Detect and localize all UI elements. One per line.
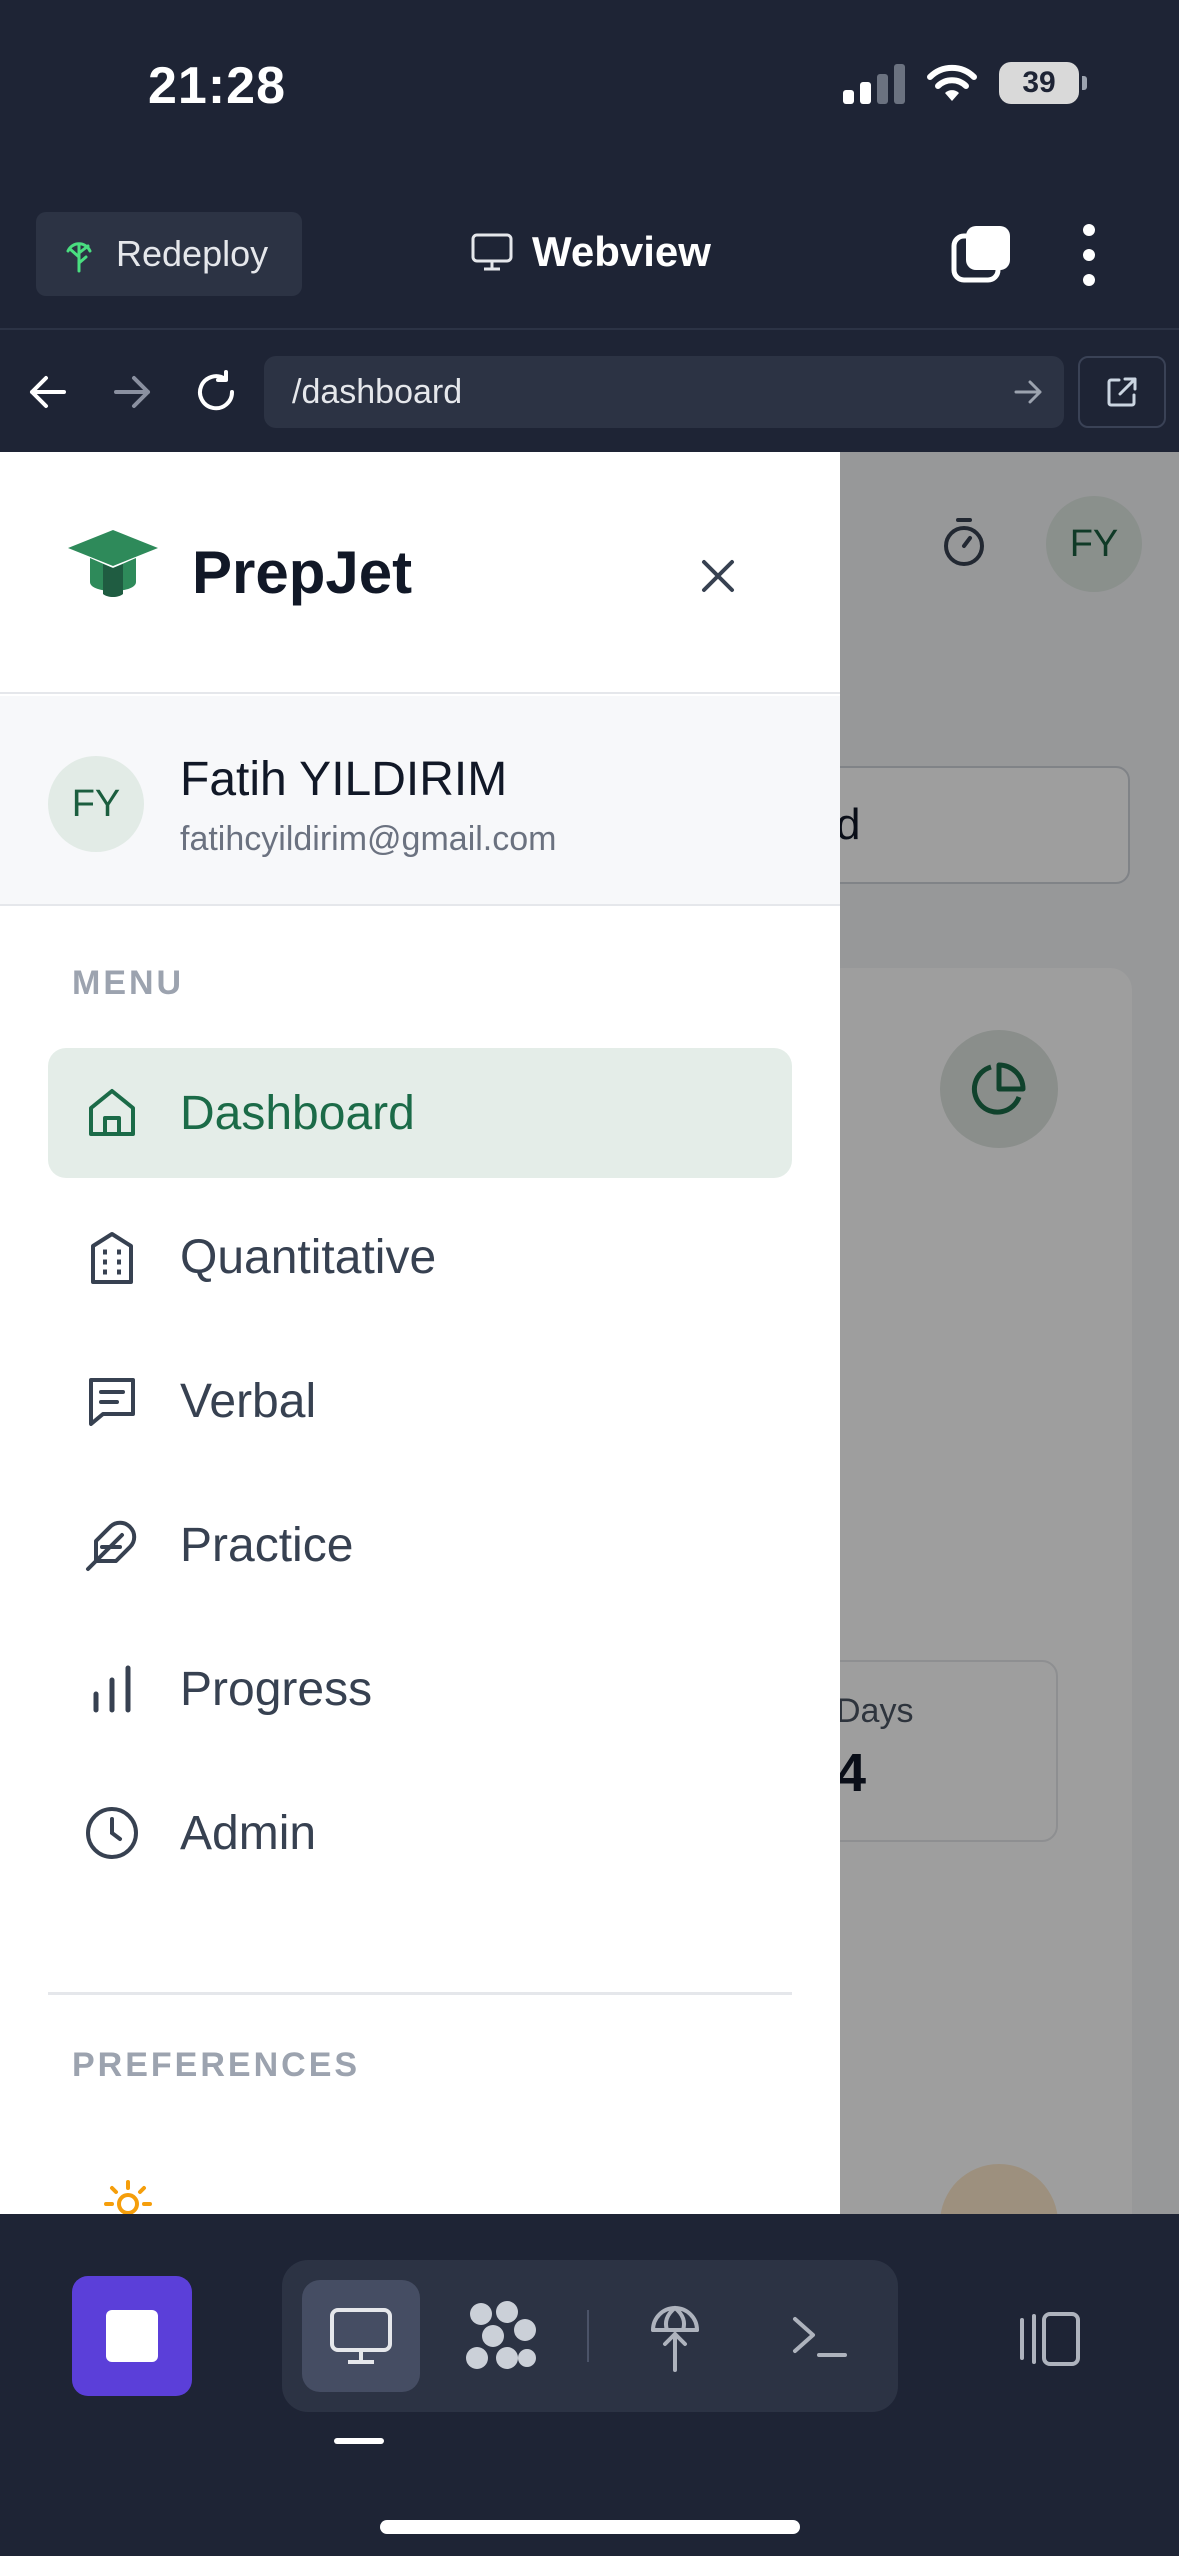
sidebar-item-label: Progress — [180, 1662, 373, 1716]
home-icon — [82, 1083, 142, 1143]
status-time: 21:28 — [148, 57, 286, 115]
sidebar-item-verbal[interactable]: Verbal — [48, 1336, 792, 1466]
tool-switcher — [282, 2260, 898, 2412]
sun-icon[interactable] — [104, 2180, 152, 2214]
divider — [48, 1992, 792, 1995]
nodes-icon — [466, 2301, 536, 2369]
stop-button[interactable] — [72, 2276, 192, 2396]
monitor-icon — [471, 233, 513, 271]
bottom-toolbar — [0, 2214, 1179, 2556]
arrow-right-icon — [114, 376, 150, 408]
preferences-section-heading: PREFERENCES — [72, 2046, 361, 2084]
bar-chart-icon — [82, 1659, 142, 1719]
tree-icon — [66, 242, 92, 273]
close-drawer-button[interactable] — [690, 548, 746, 604]
user-profile[interactable]: FY Fatih YILDIRIM fatihcyildirim@gmail.c… — [0, 696, 840, 906]
tabs-icon[interactable] — [950, 224, 1012, 286]
url-text: /dashboard — [292, 372, 463, 411]
forward-button[interactable] — [104, 364, 160, 420]
arrow-left-icon — [30, 376, 66, 408]
browser-nav-bar: /dashboard — [0, 332, 1179, 452]
workflow-tool-button[interactable] — [442, 2280, 560, 2392]
webview-tool-button[interactable] — [302, 2280, 420, 2392]
sidebar-item-label: Quantitative — [180, 1230, 437, 1284]
url-bar[interactable]: /dashboard — [264, 356, 1064, 428]
clock-icon — [82, 1803, 142, 1863]
drawer-header: PrepJet — [0, 452, 840, 694]
refresh-icon — [198, 370, 235, 411]
feather-icon — [82, 1515, 142, 1575]
sidebar-item-label: Practice — [180, 1518, 354, 1572]
sidebar-item-label: Admin — [180, 1806, 317, 1860]
sidebar-item-practice[interactable]: Practice — [48, 1480, 792, 1610]
sidebar-item-quantitative[interactable]: Quantitative — [48, 1192, 792, 1322]
wifi-icon — [927, 64, 977, 101]
home-indicator — [380, 2520, 800, 2534]
navigation-drawer: PrepJet FY Fatih YILDIRIM fatihcyildirim… — [0, 452, 840, 2214]
external-link-icon — [1107, 377, 1137, 407]
status-bar: 21:28 39 — [0, 0, 1179, 180]
sidebar-item-progress[interactable]: Progress — [48, 1624, 792, 1754]
redeploy-label: Redeploy — [116, 233, 269, 274]
stop-icon — [106, 2310, 158, 2362]
webview-title: Webview — [470, 228, 711, 276]
building-icon — [82, 1227, 142, 1287]
cellular-signal-icon — [843, 62, 905, 104]
status-icons: 39 — [843, 62, 1087, 104]
tool-separator — [587, 2310, 589, 2362]
redeploy-button[interactable]: Redeploy — [36, 212, 302, 296]
user-name: Fatih YILDIRIM — [180, 753, 508, 806]
more-options-icon[interactable] — [1078, 224, 1100, 286]
back-button[interactable] — [20, 364, 76, 420]
layout-toggle-icon[interactable] — [1010, 2310, 1082, 2368]
close-icon — [702, 560, 734, 592]
deploy-tool-button[interactable] — [616, 2280, 734, 2392]
message-square-icon — [82, 1371, 142, 1431]
sidebar-item-admin[interactable]: Admin — [48, 1768, 792, 1898]
terminal-tool-button[interactable] — [760, 2280, 878, 2392]
app-top-bar: Redeploy Webview — [0, 180, 1179, 330]
deploy-icon — [651, 2306, 699, 2372]
go-arrow-icon[interactable] — [1012, 376, 1044, 408]
brand-name: PrepJet — [192, 539, 413, 606]
sidebar-item-dashboard[interactable]: Dashboard — [48, 1048, 792, 1178]
monitor-icon — [330, 2308, 392, 2364]
graduation-cap-logo-icon — [68, 530, 158, 597]
open-external-button[interactable] — [1078, 356, 1166, 428]
terminal-icon — [793, 2317, 847, 2357]
webview-content: FY d Days 4 PrepJet FY Fatih YILDIRIM fa… — [0, 452, 1179, 2214]
battery-icon: 39 — [999, 62, 1087, 104]
active-tool-indicator — [334, 2438, 384, 2444]
reload-button[interactable] — [188, 364, 244, 420]
sidebar-item-label: Verbal — [180, 1374, 317, 1428]
webview-label: Webview — [532, 228, 711, 275]
sidebar-item-label: Dashboard — [180, 1086, 415, 1140]
user-email: fatihcyildirim@gmail.com — [180, 820, 557, 858]
avatar: FY — [48, 756, 144, 852]
menu-section-heading: MENU — [72, 964, 185, 1002]
